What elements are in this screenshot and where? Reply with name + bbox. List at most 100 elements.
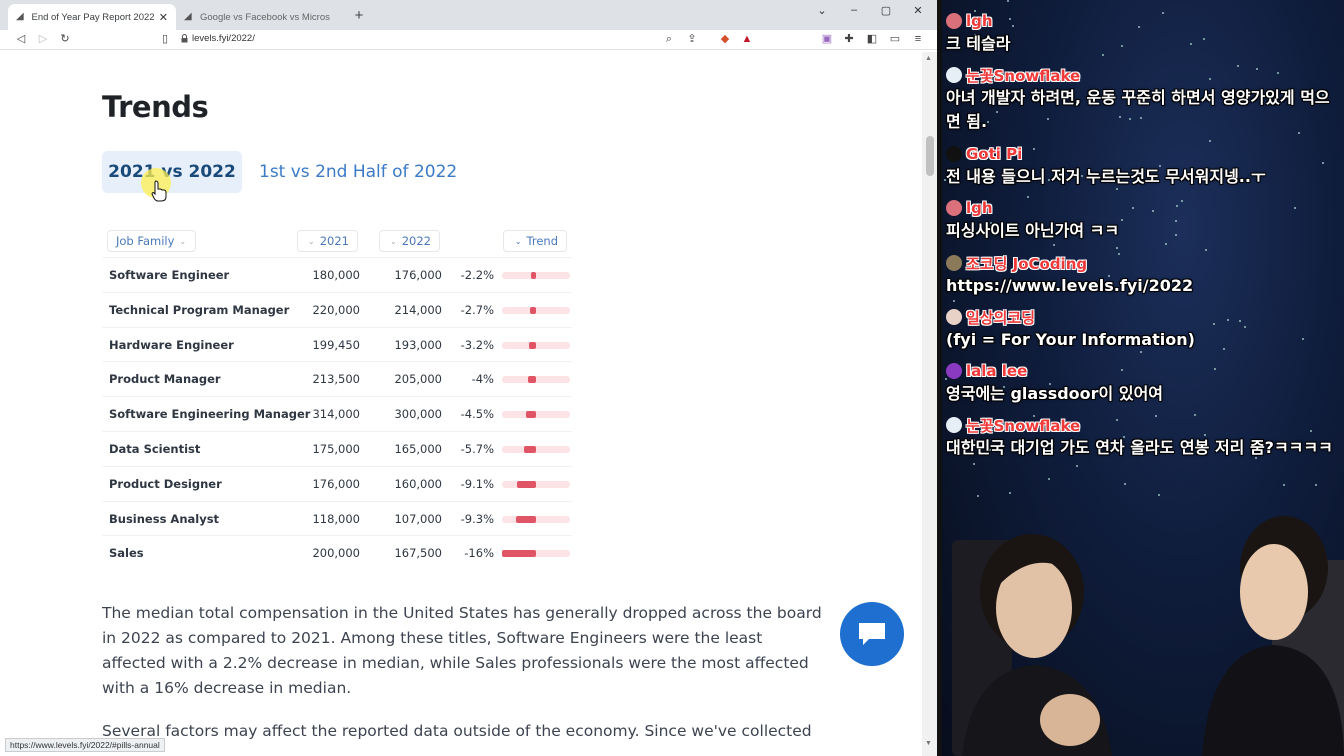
scrollbar[interactable]: ▲ ▼ [922,52,937,756]
change-cell: -9.1% [460,476,494,491]
sidebar-icon[interactable]: ◧ [865,32,879,46]
star [973,463,975,465]
chat-username: Goti Pi [966,145,1023,163]
chat-username: lgh [966,12,993,30]
chat-text: 크 테슬라 [946,34,1011,53]
value-2021-cell: 199,450 [312,337,360,352]
chat-message: lgh 크 테슬라 [946,10,1342,56]
reload-icon[interactable]: ↻ [58,32,72,46]
chat-widget-button[interactable] [840,602,904,666]
value-2021-cell: 180,000 [312,268,360,282]
star [1116,247,1118,249]
avatar [946,417,962,433]
forward-icon[interactable]: ▷ [36,32,50,46]
chat-username: lala lee [966,362,1028,380]
job-family-header[interactable]: Job Family ⌄ [107,230,196,252]
star [1048,478,1050,480]
close-tab-icon[interactable]: ✕ [159,11,168,24]
bookmark-icon[interactable]: ▯ [158,32,172,46]
job-title-cell: Business Analyst [109,511,220,526]
trend-bar-track [502,446,570,453]
minimize-icon[interactable]: – [844,4,864,16]
chat-user: lala lee [946,360,1342,382]
chevron-down-icon: ⌄ [308,236,315,246]
address-bar[interactable]: levels.fyi/2022/ [192,33,255,44]
chat-text: 전 내용 들으니 저거 누르는것도 무서워지넹..ㅜ [946,167,1266,186]
tab-half-of-2022[interactable]: 1st vs 2nd Half of 2022 [259,151,457,193]
avatar [946,200,962,216]
value-2021-cell: 176,000 [312,476,360,491]
avatar [946,255,962,271]
wallet-icon[interactable]: ▭ [888,32,902,46]
close-window-icon[interactable]: ✕ [908,4,928,17]
trend-bar-track [502,550,570,558]
header-label: 2021 [319,234,349,248]
value-2021-cell: 314,000 [312,407,360,422]
puzzle-icon[interactable]: ✚ [842,32,856,46]
year-2021-header[interactable]: ⌄ 2021 [297,230,358,252]
maximize-icon[interactable]: ▢ [876,4,896,17]
extension-icon[interactable]: ▣ [820,32,834,46]
star [1076,465,1078,467]
table-row: Product Manager 213,500 205,000 -4% [102,361,572,396]
trend-bar-track [502,376,570,384]
browser-window: ◢ End of Year Pay Report 2022 | Le ✕ ◢ G… [0,0,940,756]
header-label: Trend [526,234,558,248]
star [1007,0,1009,2]
browser-tab-active[interactable]: ◢ End of Year Pay Report 2022 | Le ✕ [8,4,176,30]
star [1124,483,1126,485]
status-bar-url: https://www.levels.fyi/2022/#pills-annua… [5,738,165,752]
scroll-thumb[interactable] [926,136,934,176]
header-label: 2022 [401,234,431,248]
trend-header[interactable]: ⌄ Trend [503,230,567,252]
change-cell: -16% [464,546,494,561]
value-2021-cell: 175,000 [312,442,360,456]
chat-user: lgh [946,197,1342,219]
chat-text: 영국에는 glassdoor이 있어여 [946,384,1164,403]
brave-shield-icon[interactable]: ◆ [718,32,732,46]
stream-overlay: lgh 크 테슬라 눈꽃Snowflake 아녀 개발자 하려면, 운동 꾸준히 하면… [942,0,1344,756]
trend-bar-fill [531,272,536,279]
chevron-down-icon: ⌄ [179,236,187,246]
chat-text: https://www.levels.fyi/2022 [946,276,1194,295]
chat-message: lgh 피싱사이트 아닌가여 ㅋㅋ [946,197,1342,243]
job-title-cell: Product Manager [109,372,221,387]
change-cell: -9.3% [460,511,494,526]
scroll-up-icon[interactable]: ▲ [925,55,932,62]
browser-tab[interactable]: ◢ Google vs Facebook vs Microsoft - C [176,4,346,30]
trend-bar-track [502,306,570,314]
rewards-icon[interactable]: ▲ [740,32,754,46]
tab-title: End of Year Pay Report 2022 | Le [31,11,155,23]
trend-bar-fill [502,550,536,558]
job-title-cell: Software Engineer [109,268,230,282]
levels-favicon-icon: ◢ [16,11,24,22]
chat-text: 대한민국 대기업 가도 연차 올라도 연봉 저리 줌?ㅋㅋㅋㅋ [946,438,1333,457]
menu-icon[interactable]: ≡ [911,32,925,46]
chat-user: 조코딩 JoCoding [946,252,1342,274]
zoom-icon[interactable]: ⌕ [662,32,676,46]
chat-message: 눈꽃Snowflake 대한민국 대기업 가도 연차 올라도 연봉 저리 줌?ㅋㅋ… [946,414,1342,460]
back-icon[interactable]: ◁ [14,32,28,46]
star [1209,140,1211,142]
trend-bar-track [502,272,570,279]
new-tab-icon[interactable]: + [352,7,366,24]
avatar [946,67,962,83]
scroll-down-icon[interactable]: ▼ [925,740,932,747]
hand-cursor-icon [151,180,167,202]
trend-bar-track [502,480,570,488]
chat-username: 눈꽃Snowflake [966,416,1081,435]
value-2021-cell: 213,500 [312,372,360,387]
table-row: Business Analyst 118,000 107,000 -9.3% [102,500,572,536]
year-2022-header[interactable]: ⌄ 2022 [379,230,440,252]
tab-search-chevron-icon[interactable]: ⌄ [812,4,832,17]
job-title-cell: Sales [109,546,144,561]
chat-user: 일상의코딩 [946,306,1342,328]
trend-bar-fill [529,341,536,349]
share-icon[interactable]: ⇪ [685,32,699,46]
body-paragraph: Several factors may affect the reported … [102,722,812,740]
value-2022-cell: 165,000 [394,442,442,456]
change-cell: -4% [471,372,494,387]
tab-2021-vs-2022[interactable]: 2021 vs 2022 [102,151,242,193]
value-2022-cell: 214,000 [394,302,442,317]
value-2021-cell: 220,000 [312,302,360,317]
